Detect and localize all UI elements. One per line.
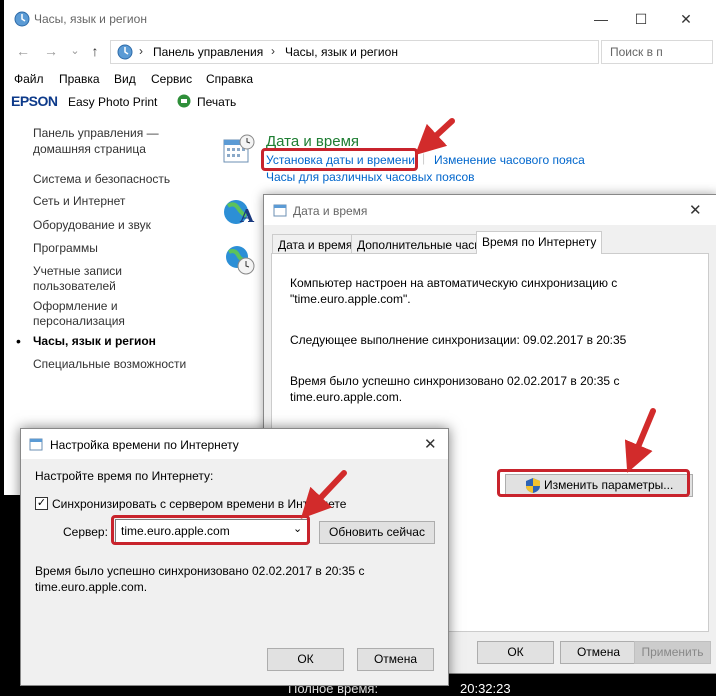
- calendar-clock-icon: [223, 134, 255, 163]
- minimize-button[interactable]: —: [586, 8, 616, 30]
- clock-globe-icon: [117, 44, 133, 60]
- highlight-change-settings: [497, 469, 690, 497]
- breadcrumb-clock-region[interactable]: Часы, язык и регион: [285, 45, 398, 59]
- tab-additional-clocks[interactable]: Дополнительные часы: [351, 234, 489, 254]
- calendar-icon: [273, 204, 287, 217]
- dialog-title-bar: Настройка времени по Интернету ✕: [21, 429, 448, 459]
- maximize-button[interactable]: ☐: [626, 8, 656, 30]
- menu-edit[interactable]: Правка: [59, 72, 100, 86]
- breadcrumb-separator: ›: [271, 44, 275, 58]
- instruction-text: Настройте время по Интернету:: [35, 469, 214, 483]
- menu-file[interactable]: Файл: [14, 72, 44, 86]
- update-now-button[interactable]: Обновить сейчас: [319, 521, 435, 544]
- calendar-icon: [29, 438, 43, 451]
- status-line1: Время было успешно синхронизовано 02.02.…: [35, 564, 365, 578]
- epson-toolbar: EPSON Easy Photo Print Печать: [4, 90, 716, 112]
- menu-view[interactable]: Вид: [114, 72, 136, 86]
- region-language-icon: A: [224, 200, 255, 227]
- sidebar-item-accounts-line1[interactable]: Учетные записи: [33, 264, 122, 278]
- sidebar-item-hardware[interactable]: Оборудование и звук: [33, 218, 151, 232]
- last-sync-line1: Время было успешно синхронизовано 02.02.…: [290, 374, 620, 388]
- window-title: Часы, язык и регион: [34, 12, 147, 26]
- close-icon[interactable]: ✕: [424, 435, 437, 453]
- search-placeholder: Поиск в п: [610, 45, 663, 59]
- status-line2: time.euro.apple.com.: [35, 580, 148, 594]
- print-icon: [177, 94, 191, 108]
- address-bar[interactable]: › Панель управления › Часы, язык и регио…: [110, 40, 599, 64]
- tab-internet-time[interactable]: Время по Интернету: [476, 231, 603, 254]
- svg-text:A: A: [239, 206, 255, 227]
- address-row: ← → ⌄ ↑ › Панель управления › Часы, язык…: [4, 38, 716, 66]
- sidebar-item-design-line1[interactable]: Оформление и: [33, 299, 118, 313]
- menu-tools[interactable]: Сервис: [151, 72, 192, 86]
- sync-checkbox[interactable]: ✓: [35, 497, 48, 510]
- sync-checkbox-label: Синхронизировать с сервером времени в Ин…: [52, 497, 347, 511]
- clock-globe-icon: [14, 11, 30, 27]
- cancel-button[interactable]: Отмена: [357, 648, 434, 671]
- internet-time-dialog: Настройка времени по Интернету ✕ Настрой…: [20, 428, 449, 686]
- sidebar-item-programs[interactable]: Программы: [33, 241, 98, 255]
- title-bar: Часы, язык и регион — ☐ ✕: [4, 0, 716, 38]
- menu-bar: Файл Правка Вид Сервис Справка: [4, 68, 716, 90]
- breadcrumb-separator: ›: [139, 44, 143, 58]
- apply-button[interactable]: Применить: [634, 641, 711, 664]
- ok-button[interactable]: ОК: [477, 641, 554, 664]
- sidebar-item-accounts-line2[interactable]: пользователей: [33, 279, 116, 293]
- link-change-timezone[interactable]: Изменение часового пояса: [434, 153, 585, 167]
- breadcrumb-control-panel[interactable]: Панель управления: [153, 45, 263, 59]
- recent-dropdown-icon[interactable]: ⌄: [66, 41, 84, 61]
- sidebar-home-line2[interactable]: домашняя страница: [33, 142, 146, 156]
- sync-info-line1: Компьютер настроен на автоматическую син…: [290, 276, 618, 290]
- sidebar-item-access[interactable]: Специальные возможности: [33, 357, 186, 371]
- epson-logo: EPSON: [11, 93, 58, 109]
- dialog-title-bar: Дата и время ✕: [264, 195, 716, 225]
- link-additional-clocks[interactable]: Часы для различных часовых поясов: [266, 170, 475, 184]
- forward-arrow-icon[interactable]: →: [42, 41, 60, 61]
- sidebar-item-design-line2[interactable]: персонализация: [33, 314, 125, 328]
- close-button[interactable]: ✕: [671, 8, 701, 30]
- back-arrow-icon[interactable]: ←: [14, 41, 32, 61]
- sidebar-home-line1[interactable]: Панель управления —: [33, 126, 159, 140]
- close-icon[interactable]: ✕: [689, 201, 702, 219]
- link-divider: |: [422, 151, 426, 165]
- sidebar-item-network[interactable]: Сеть и Интернет: [33, 194, 125, 208]
- dialog-title: Дата и время: [293, 204, 368, 218]
- up-arrow-icon[interactable]: ↑: [86, 41, 104, 61]
- cancel-button[interactable]: Отмена: [560, 641, 637, 664]
- next-sync-text: Следующее выполнение синхронизации: 09.0…: [290, 333, 627, 347]
- current-item-bullet: •: [16, 333, 21, 349]
- menu-help[interactable]: Справка: [206, 72, 253, 86]
- sidebar-item-security[interactable]: Система и безопасность: [33, 172, 170, 186]
- dialog-title: Настройка времени по Интернету: [50, 438, 239, 452]
- sync-info-line2: "time.euro.apple.com".: [290, 292, 411, 306]
- highlight-server-field: [111, 515, 310, 545]
- tab-date-time[interactable]: Дата и время: [272, 234, 359, 254]
- sidebar-item-current[interactable]: Часы, язык и регион: [33, 334, 156, 348]
- last-sync-line2: time.euro.apple.com.: [290, 390, 403, 404]
- search-input[interactable]: Поиск в п: [601, 40, 713, 64]
- print-button[interactable]: Печать: [197, 95, 236, 109]
- server-label: Сервер:: [63, 525, 108, 539]
- easy-photo-print-button[interactable]: Easy Photo Print: [68, 95, 157, 109]
- highlight-set-date-time: [261, 148, 418, 171]
- ok-button[interactable]: ОК: [267, 648, 344, 671]
- internet-clock-icon: [226, 246, 255, 275]
